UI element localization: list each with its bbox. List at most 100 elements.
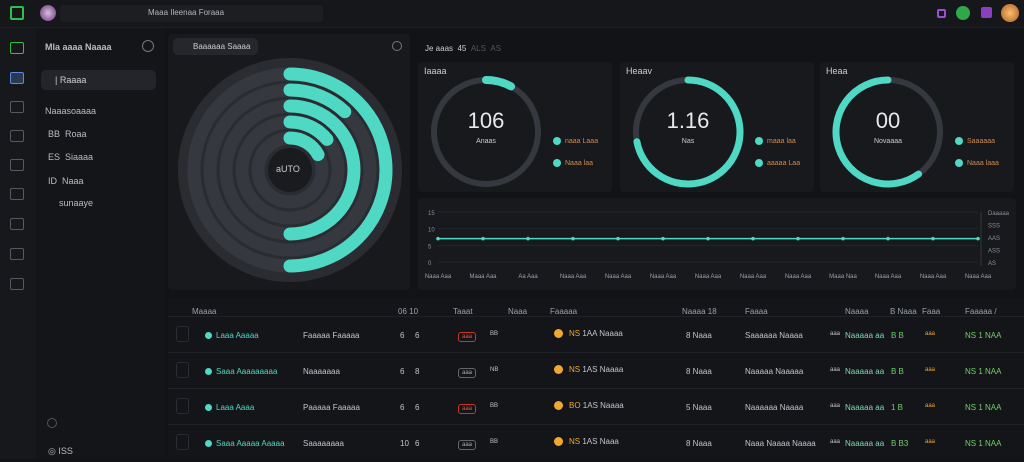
row-g: B B3 bbox=[891, 439, 909, 448]
legend-label: Saaaaaa bbox=[967, 137, 996, 145]
row-description: Paaaaa Faaaaa bbox=[303, 403, 360, 412]
help-icon[interactable] bbox=[47, 418, 57, 428]
column-header[interactable]: Taaat bbox=[453, 307, 473, 316]
globe-icon[interactable] bbox=[392, 41, 402, 51]
tab[interactable]: ALS bbox=[471, 44, 486, 53]
gauge-value: 00 bbox=[875, 108, 901, 133]
row-n1: 6 bbox=[400, 403, 405, 412]
alert-icon[interactable] bbox=[10, 130, 24, 142]
layers-icon[interactable] bbox=[10, 101, 24, 113]
legend-dot bbox=[553, 159, 561, 167]
table-row[interactable]: Saaa Aaaaa Aaaaa Saaaaaaaa 10 6 aaa BB N… bbox=[168, 424, 1024, 462]
row-checkbox[interactable] bbox=[176, 326, 189, 342]
sidebar-item[interactable]: sunaaye bbox=[59, 198, 93, 208]
row-checkbox[interactable] bbox=[176, 362, 189, 378]
table-row[interactable]: Laaa Aaaa Paaaaa Faaaaa 6 6 aaa BB BO 1A… bbox=[168, 388, 1024, 426]
column-header[interactable]: 06 10 bbox=[398, 307, 418, 316]
table-row[interactable]: Saaa Aaaaaaaaa Naaaaaaa 6 8 aaa NB NS 1A… bbox=[168, 352, 1024, 390]
search-input[interactable]: Maaa Ileenaa Foraaa bbox=[60, 5, 323, 22]
row-checkbox[interactable] bbox=[176, 398, 189, 414]
data-point bbox=[751, 236, 755, 241]
column-header[interactable]: Faaaa bbox=[745, 307, 768, 316]
x-tick: Naaa Aaa bbox=[740, 274, 767, 280]
row-code: BB bbox=[490, 439, 499, 445]
sidebar-item[interactable]: BB Roaa bbox=[48, 129, 87, 139]
y-tick-right: SSS bbox=[988, 224, 1000, 230]
row-code: NB bbox=[490, 367, 499, 373]
row-n1: 10 bbox=[400, 439, 409, 448]
x-tick: Naaa Aaa bbox=[605, 274, 632, 280]
user-avatar[interactable] bbox=[1001, 4, 1019, 22]
row-name[interactable]: Saaa Aaaaa Aaaaa bbox=[205, 439, 285, 448]
x-tick: Aa Aaa bbox=[518, 274, 538, 280]
row-name[interactable]: Saaa Aaaaaaaaa bbox=[205, 367, 277, 376]
row-l2: aaa bbox=[830, 403, 841, 409]
column-header[interactable]: Naaa bbox=[508, 307, 527, 316]
c3: Naaaa bbox=[599, 365, 624, 374]
logo-icon[interactable] bbox=[10, 6, 24, 20]
column-header[interactable]: Faaa bbox=[922, 307, 940, 316]
settings-icon[interactable] bbox=[10, 278, 24, 290]
list-icon[interactable] bbox=[10, 248, 24, 260]
coin-icon bbox=[554, 437, 563, 447]
gauge-subtitle: Novaaaa bbox=[873, 138, 903, 145]
green-leaf-icon[interactable] bbox=[956, 6, 970, 20]
table-icon[interactable] bbox=[10, 188, 24, 200]
row-name[interactable]: Laaa Aaaaa bbox=[205, 331, 259, 340]
legend-label: Naaa laaa bbox=[967, 159, 999, 167]
sidebar-item-active[interactable]: | Raaaa bbox=[41, 70, 156, 90]
label: Siaaaa bbox=[65, 152, 94, 162]
tab[interactable]: 45 bbox=[457, 44, 466, 53]
column-header[interactable]: B Naaa bbox=[890, 307, 917, 316]
legend-dot bbox=[955, 159, 963, 167]
row-g: 1 B bbox=[891, 403, 904, 412]
row-currency: BO 1AS Naaaa bbox=[554, 401, 624, 411]
column-header[interactable]: Naaaa 18 bbox=[682, 307, 717, 316]
status-dot bbox=[205, 404, 212, 412]
tab[interactable]: AS bbox=[490, 44, 501, 53]
data-point bbox=[661, 236, 665, 241]
row-n1: 6 bbox=[400, 331, 405, 340]
gauge-legend-item: Saaaaaa bbox=[955, 137, 995, 145]
workspace-avatar[interactable] bbox=[40, 5, 56, 21]
dashboard-icon[interactable] bbox=[10, 42, 24, 54]
row-badge: aaa bbox=[458, 367, 477, 378]
data-point bbox=[796, 236, 800, 241]
column-header[interactable]: Maaaa bbox=[192, 307, 216, 316]
sidebar-footer[interactable]: ◎ ISS bbox=[48, 446, 73, 457]
sidebar-title: Mla aaaa Naaaa bbox=[45, 42, 112, 52]
row-description: Saaaaaaaa bbox=[303, 439, 344, 448]
purple-badge-icon[interactable] bbox=[981, 7, 992, 18]
sidebar-item[interactable]: ID Naaa bbox=[48, 176, 84, 186]
gauges-header: Je aaas 45 ALS AS bbox=[425, 44, 501, 53]
name-text: Saaa Aaaaa Aaaaa bbox=[216, 439, 285, 448]
c3: Naaaa bbox=[600, 401, 624, 410]
table-row[interactable]: Laaa Aaaaa Faaaaa Faaaaa 6 6 aaa BB NS 1… bbox=[168, 316, 1024, 354]
row-name[interactable]: Laaa Aaaa bbox=[205, 403, 254, 412]
row-checkbox[interactable] bbox=[176, 434, 189, 450]
box-icon[interactable] bbox=[10, 159, 24, 171]
chart-icon[interactable] bbox=[10, 218, 24, 230]
grid-icon[interactable] bbox=[10, 72, 24, 84]
row-status: Naaaaa aa bbox=[845, 331, 885, 340]
purple-square-icon[interactable] bbox=[937, 9, 946, 18]
cur: NS bbox=[569, 437, 581, 446]
legend-label: Naaa laa bbox=[565, 159, 594, 167]
column-header[interactable]: Faaaaa / bbox=[965, 307, 997, 316]
radial-filter-button[interactable]: Baaaaaa Saaaa bbox=[173, 38, 258, 55]
coin-icon bbox=[554, 401, 563, 411]
globe-icon[interactable] bbox=[142, 40, 154, 52]
row-n2: 6 bbox=[415, 331, 420, 340]
row-badge: aaa bbox=[458, 331, 477, 342]
row-code: BB bbox=[490, 331, 499, 337]
row-currency: NS 1AS Naaaa bbox=[554, 365, 624, 375]
row-n1: 6 bbox=[400, 367, 405, 376]
column-header[interactable]: Naaaa bbox=[845, 307, 869, 316]
sidebar: Mla aaaa Naaaa | Raaaa Naaasoaaaa BB Roa… bbox=[36, 28, 166, 459]
column-header[interactable]: Faaaaa bbox=[550, 307, 577, 316]
row-count: 8 Naaa bbox=[686, 439, 712, 448]
sidebar-item[interactable]: ES Siaaaa bbox=[48, 152, 93, 162]
gauge-card: Heaa 00 Novaaaa Saaaaaa Naaa laaa bbox=[820, 62, 1014, 192]
legend-dot bbox=[755, 159, 763, 167]
legend-dot bbox=[955, 137, 963, 145]
